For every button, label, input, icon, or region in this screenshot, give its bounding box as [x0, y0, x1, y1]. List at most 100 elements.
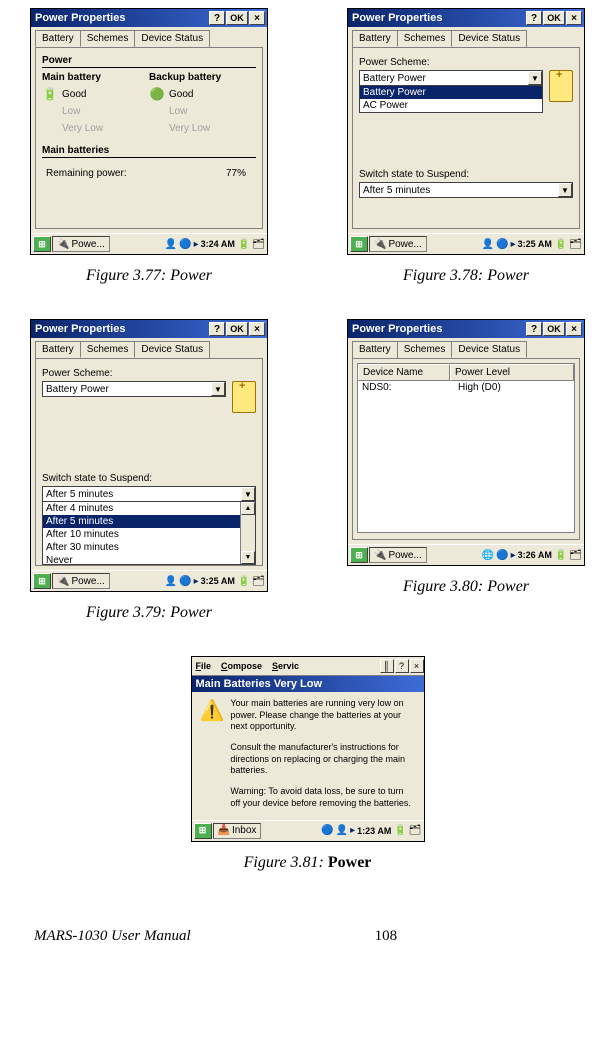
dialog-title: Power Properties	[35, 12, 208, 24]
help-button[interactable]: ?	[209, 322, 225, 336]
tab-schemes[interactable]: Schemes	[80, 341, 136, 358]
power-scheme-combo[interactable]: Battery Power ▼	[359, 70, 543, 86]
main-batteries-low-dialog: File Compose Servic ║ ? × Main Batteries…	[191, 656, 425, 842]
ok-button[interactable]: OK	[543, 322, 565, 336]
tab-schemes[interactable]: Schemes	[397, 30, 453, 47]
battery-tray-icon[interactable]: 🔋	[555, 239, 567, 250]
ok-button[interactable]: OK	[226, 322, 248, 336]
clock[interactable]: 3:24 AM	[201, 239, 235, 249]
taskbar-task[interactable]: 🔌 Powe...	[369, 547, 427, 563]
battery-tray-icon[interactable]: 🔋	[238, 239, 250, 250]
desktop-icon[interactable]: 🗂	[569, 239, 582, 250]
taskbar-task[interactable]: 🔌 Powe...	[52, 236, 110, 252]
table-row[interactable]: NDS0: High (D0)	[358, 381, 574, 394]
desktop-icon[interactable]: 🗂	[252, 239, 265, 250]
close-button[interactable]: ×	[566, 322, 582, 336]
tray-icon[interactable]: 👤	[336, 825, 348, 836]
tray-icon[interactable]: 👤	[482, 239, 494, 250]
power-scheme-combo[interactable]: Battery Power ▼	[42, 381, 226, 397]
battery-tray-icon[interactable]: 🔋	[238, 576, 250, 587]
tray-icon[interactable]: 🔵	[179, 576, 191, 587]
chevron-down-icon[interactable]: ▼	[558, 183, 572, 197]
battery-icon	[549, 70, 573, 102]
chevron-down-icon[interactable]: ▼	[528, 71, 542, 85]
backup-good-icon: 🟢	[149, 86, 165, 102]
taskbar-task[interactable]: 🔌 Powe...	[369, 236, 427, 252]
column-device-name[interactable]: Device Name	[358, 364, 450, 381]
scrollbar[interactable]: ▲ ▼	[240, 502, 255, 564]
tab-device-status[interactable]: Device Status	[451, 30, 527, 47]
close-button[interactable]: ×	[249, 322, 265, 336]
clock[interactable]: 3:25 AM	[518, 239, 552, 249]
tray-icon[interactable]: 🔵	[321, 825, 333, 836]
help-button[interactable]: ?	[526, 322, 542, 336]
ok-button[interactable]: OK	[226, 11, 248, 25]
toolbar-icon[interactable]: ║	[380, 659, 394, 673]
list-item[interactable]: Never	[43, 554, 255, 565]
menu-service[interactable]: Servic	[272, 661, 299, 671]
scroll-down-icon[interactable]: ▼	[241, 551, 255, 564]
chevron-down-icon[interactable]: ▼	[211, 382, 225, 396]
suspend-combo[interactable]: After 5 minutes ▼	[42, 486, 256, 502]
tray-icon[interactable]: 🌐	[482, 550, 494, 561]
dialog-title: Power Properties	[352, 12, 525, 24]
tab-schemes[interactable]: Schemes	[80, 30, 136, 47]
power-properties-dialog-fig77: Power Properties ? OK × Battery Schemes …	[30, 8, 268, 255]
tray-icon[interactable]: 👤	[165, 576, 177, 587]
help-button[interactable]: ?	[395, 659, 409, 673]
clock[interactable]: 3:26 AM	[518, 550, 552, 560]
tab-device-status[interactable]: Device Status	[451, 341, 527, 358]
list-item[interactable]: After 5 minutes	[43, 515, 255, 528]
dialog-title: Power Properties	[352, 323, 525, 335]
start-button[interactable]: ⊞	[194, 823, 212, 839]
power-scheme-listbox[interactable]: Battery Power AC Power	[359, 86, 543, 113]
suspend-listbox[interactable]: After 4 minutes After 5 minutes After 10…	[42, 502, 256, 565]
taskbar-task[interactable]: 📥 Inbox	[213, 823, 262, 839]
ok-button[interactable]: OK	[543, 11, 565, 25]
tab-battery[interactable]: Battery	[352, 341, 398, 358]
start-button[interactable]: ⊞	[33, 236, 51, 252]
help-button[interactable]: ?	[526, 11, 542, 25]
tray-icon[interactable]: 👤	[165, 239, 177, 250]
menu-file[interactable]: File	[196, 661, 212, 671]
tray-icon[interactable]: 🔵	[179, 239, 191, 250]
tray-icon[interactable]: 🔵	[496, 239, 508, 250]
tab-device-status[interactable]: Device Status	[134, 30, 210, 47]
taskbar-task[interactable]: 🔌 Powe...	[52, 573, 110, 589]
tab-device-status[interactable]: Device Status	[134, 341, 210, 358]
desktop-icon[interactable]: 🗂	[252, 576, 265, 587]
figure-caption: Figure 3.78: Power	[403, 267, 529, 285]
desktop-icon[interactable]: 🗂	[569, 550, 582, 561]
tab-schemes[interactable]: Schemes	[397, 341, 453, 358]
list-item[interactable]: After 10 minutes	[43, 528, 255, 541]
list-item[interactable]: Battery Power	[360, 86, 542, 99]
inbox-icon: 📥	[218, 825, 230, 836]
menu-compose[interactable]: Compose	[221, 661, 262, 671]
power-icon: 🔌	[374, 239, 386, 250]
close-button[interactable]: ×	[410, 659, 424, 673]
start-button[interactable]: ⊞	[33, 573, 51, 589]
list-item[interactable]: After 4 minutes	[43, 502, 255, 515]
suspend-combo[interactable]: After 5 minutes ▼	[359, 182, 573, 198]
scroll-up-icon[interactable]: ▲	[241, 502, 255, 515]
list-item[interactable]: After 30 minutes	[43, 541, 255, 554]
desktop-icon[interactable]: 🗂	[409, 825, 422, 836]
list-item[interactable]: AC Power	[360, 99, 542, 112]
tray-icon[interactable]: 🔵	[496, 550, 508, 561]
tab-battery[interactable]: Battery	[35, 30, 81, 47]
clock[interactable]: 3:25 AM	[201, 576, 235, 586]
start-button[interactable]: ⊞	[350, 236, 368, 252]
clock[interactable]: 1:23 AM	[357, 826, 391, 836]
battery-tray-icon[interactable]: 🔋	[394, 825, 406, 836]
tab-battery[interactable]: Battery	[352, 30, 398, 47]
chevron-down-icon[interactable]: ▼	[241, 487, 255, 501]
close-button[interactable]: ×	[249, 11, 265, 25]
warning-icon: ⚠️	[200, 698, 225, 810]
start-button[interactable]: ⊞	[350, 547, 368, 563]
close-button[interactable]: ×	[566, 11, 582, 25]
battery-tray-icon[interactable]: 🔋	[555, 550, 567, 561]
very-low-label-backup: Very Low	[169, 123, 210, 134]
help-button[interactable]: ?	[209, 11, 225, 25]
column-power-level[interactable]: Power Level	[450, 364, 574, 381]
tab-battery[interactable]: Battery	[35, 341, 81, 358]
